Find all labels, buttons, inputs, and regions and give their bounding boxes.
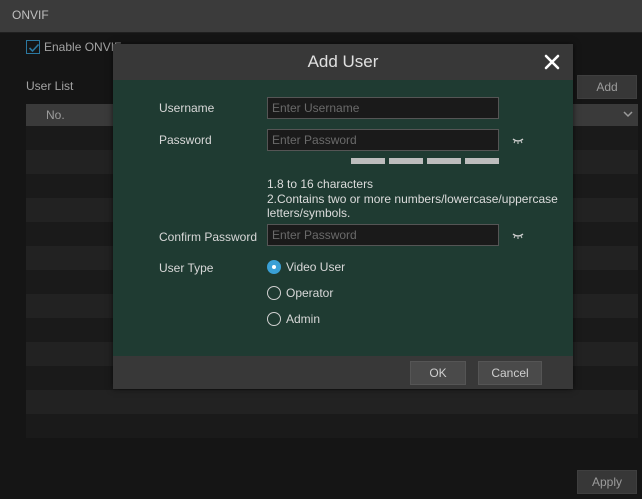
eye-icon[interactable] <box>512 136 524 144</box>
cancel-button[interactable]: Cancel <box>478 361 542 385</box>
ok-button[interactable]: OK <box>410 361 466 385</box>
add-user-dialog: Add User Username Password 1.8 to 16 cha… <box>113 44 573 389</box>
strength-segment <box>465 158 499 164</box>
username-label: Username <box>159 101 215 115</box>
radio-admin[interactable] <box>267 312 281 326</box>
username-input[interactable] <box>267 97 499 119</box>
dialog-footer: OK Cancel <box>113 356 573 389</box>
user-type-label: User Type <box>159 261 214 275</box>
radio-video-user[interactable] <box>267 260 281 274</box>
radio-operator[interactable] <box>267 286 281 300</box>
window-title: ONVIF <box>12 8 49 22</box>
radio-video-user-label[interactable]: Video User <box>286 260 345 274</box>
dialog-header: Add User <box>113 44 573 80</box>
password-input[interactable] <box>267 129 499 151</box>
password-strength-meter <box>351 158 501 164</box>
radio-admin-label[interactable]: Admin <box>286 312 320 326</box>
password-hint-line1: 1.8 to 16 characters <box>267 177 374 191</box>
password-hint-line3: letters/symbols. <box>267 206 351 220</box>
eye-icon[interactable] <box>512 231 524 239</box>
dialog-title: Add User <box>307 52 379 71</box>
close-icon[interactable] <box>543 53 561 71</box>
strength-segment <box>351 158 385 164</box>
radio-operator-label[interactable]: Operator <box>286 286 333 300</box>
confirm-password-input[interactable] <box>267 224 499 246</box>
strength-segment <box>389 158 423 164</box>
password-label: Password <box>159 133 212 147</box>
strength-segment <box>427 158 461 164</box>
confirm-password-label: Confirm Password <box>159 230 258 244</box>
password-hint-line2: 2.Contains two or more numbers/lowercase… <box>267 192 558 206</box>
window-titlebar: ONVIF <box>0 0 642 33</box>
